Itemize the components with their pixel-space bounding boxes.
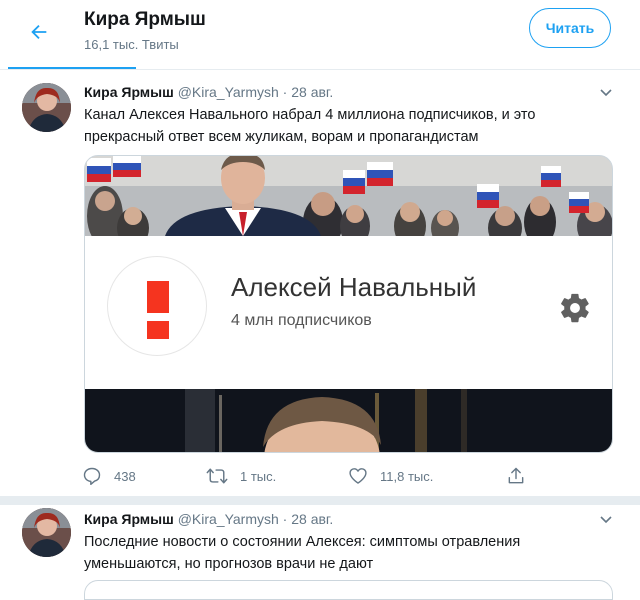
channel-name: Алексей Навальный [231,272,477,302]
avatar-photo [22,83,71,132]
share-icon [508,467,524,484]
tweet-text: Канал Алексея Навального набрал 4 миллио… [84,107,536,145]
follow-button[interactable]: Читать [529,8,611,48]
heart-icon [349,468,367,484]
exclamation-logo-icon [147,281,169,339]
avatar-photo [22,508,71,557]
retweet-count: 1 тыс. [240,468,277,484]
like-button[interactable]: 11,8 тыс. [348,464,433,488]
chevron-down-icon[interactable] [598,511,614,527]
channel-banner: Алексей Навальный 4 млн подписчиков [85,236,612,390]
tweet-header: Кира Ярмыш @Kira_Yarmysh · 28 авг. [84,84,333,100]
avatar[interactable] [22,508,71,557]
share-button[interactable] [506,464,526,488]
link-card[interactable]: Алексей Навальный 4 млн подписчиков [84,155,613,453]
author-name[interactable]: Кира Ярмыш [84,84,174,100]
tweet-header: Кира Ярмыш @Kira_Yarmysh · 28 авг. [84,511,333,527]
arrow-left-icon [31,24,47,40]
author-name[interactable]: Кира Ярмыш [84,511,174,527]
back-button[interactable] [24,17,54,47]
tweet-date[interactable]: 28 авг. [291,511,333,527]
gear-icon [561,293,589,323]
separator-dot: · [282,511,288,527]
card-photo-crowd [85,156,612,236]
reply-button[interactable]: 438 [82,464,136,488]
tweet-date[interactable]: 28 авг. [291,84,333,100]
reply-icon [83,467,101,486]
channel-subscribers: 4 млн подписчиков [231,312,372,329]
chevron-down-icon[interactable] [598,84,614,100]
tweet-divider [0,496,640,505]
card-photo-portrait [85,389,612,452]
tweet-text: Последние новости о состоянии Алексея: с… [84,534,521,572]
tweet-count: 16,1 тыс. Твиты [84,37,179,52]
channel-logo [107,256,207,356]
avatar[interactable] [22,83,71,132]
author-handle[interactable]: @Kira_Yarmysh [178,84,279,100]
header-divider [0,69,640,70]
retweet-button[interactable]: 1 тыс. [206,464,276,488]
author-handle[interactable]: @Kira_Yarmysh [178,511,279,527]
reply-count: 438 [114,468,136,484]
like-count: 11,8 тыс. [380,468,434,484]
tweet-actions: 438 1 тыс. 11,8 тыс. [0,464,640,488]
profile-header: Кира Ярмыш 16,1 тыс. Твиты Читать [0,0,640,70]
retweet-icon [206,468,228,484]
link-card[interactable] [84,580,613,600]
separator-dot: · [282,84,288,100]
profile-name: Кира Ярмыш [84,9,206,30]
